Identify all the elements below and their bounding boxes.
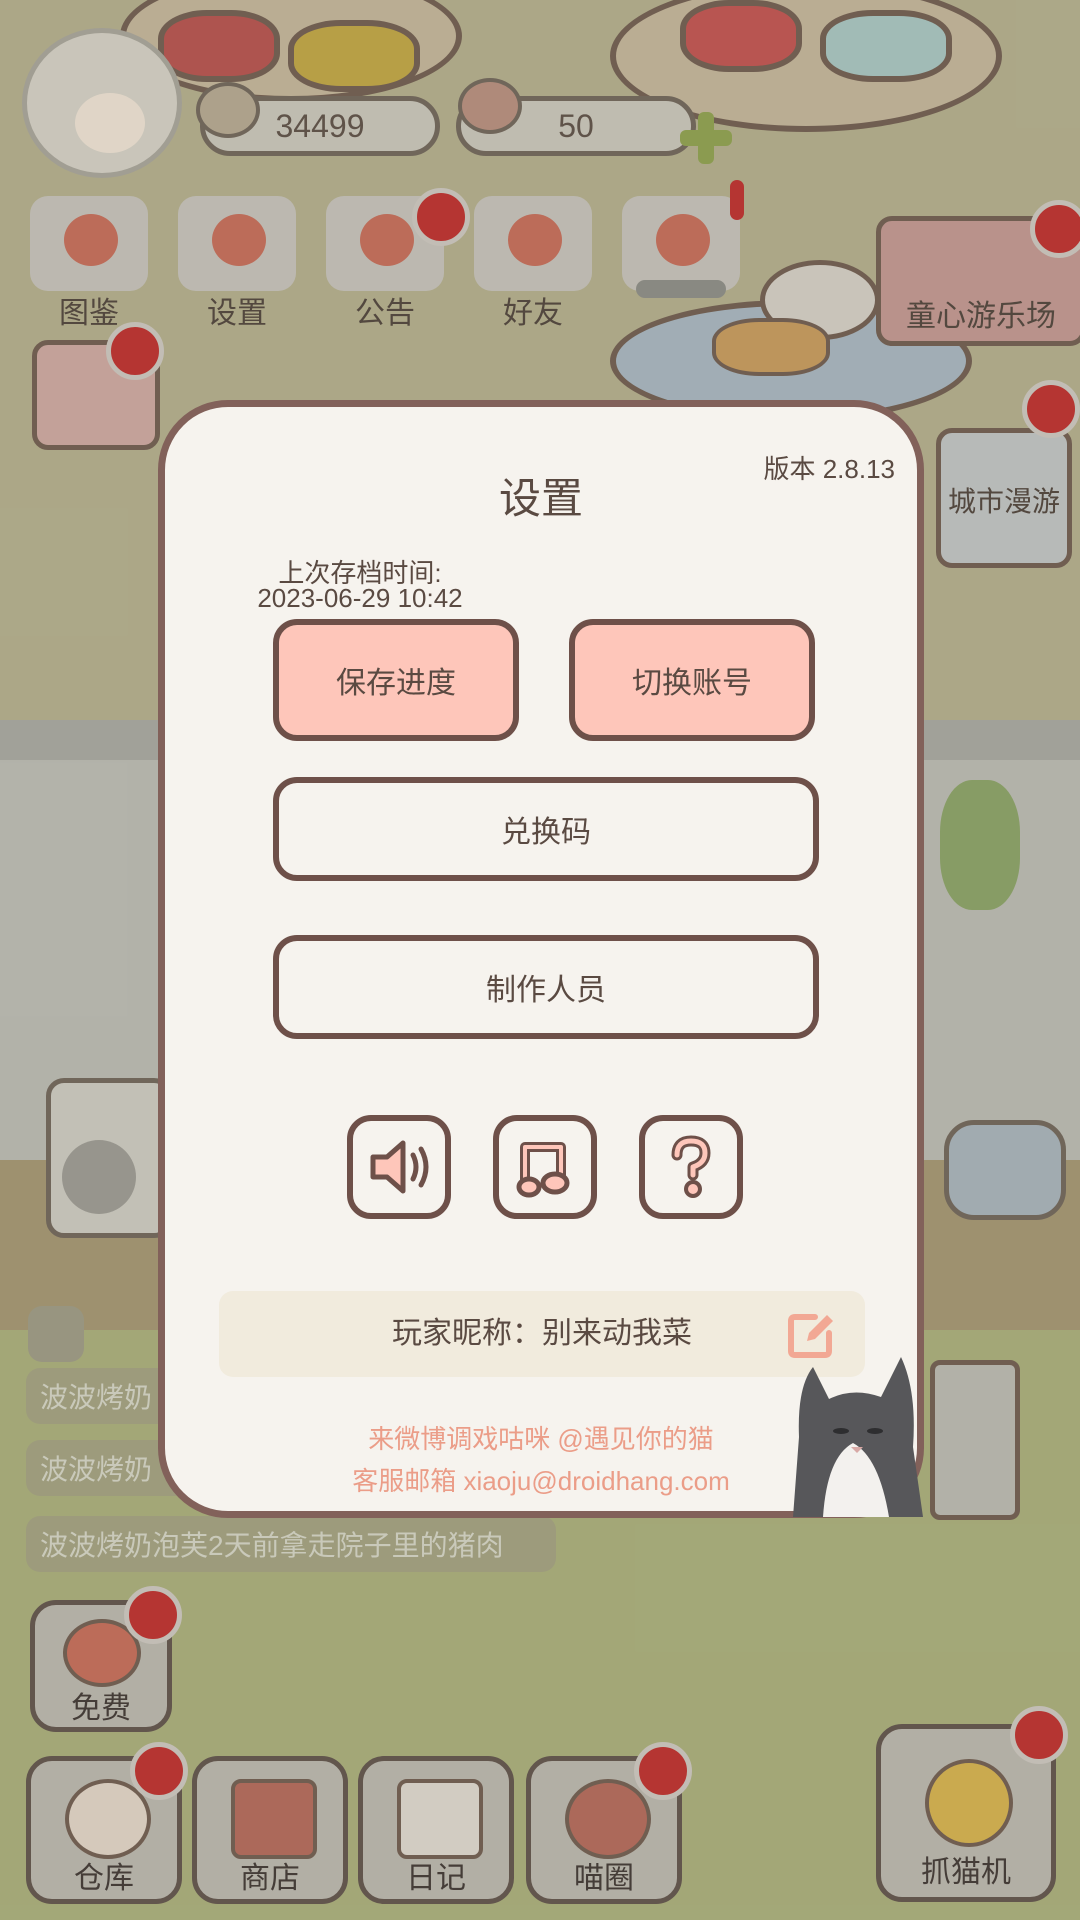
music-toggle-button[interactable]	[493, 1115, 597, 1219]
save-progress-label: 保存进度	[336, 667, 456, 700]
music-note-icon	[516, 1142, 570, 1198]
switch-account-label: 切换账号	[632, 667, 752, 700]
help-question-icon	[671, 1135, 711, 1198]
settings-dialog: 设置 版本 2.8.13 上次存档时间: 2023-06-29 10:42 保存…	[158, 400, 924, 1518]
redeem-code-button[interactable]: 兑换码	[273, 777, 819, 881]
save-progress-button[interactable]: 保存进度	[273, 619, 519, 741]
version-label: 版本 2.8.13	[763, 454, 895, 484]
nickname-bar[interactable]: 玩家昵称：别来动我菜	[219, 1291, 865, 1377]
credits-button[interactable]: 制作人员	[273, 935, 819, 1039]
sound-icon	[370, 1140, 429, 1194]
nickname-text: 玩家昵称：别来动我菜	[392, 1317, 692, 1350]
sound-toggle-button[interactable]	[347, 1115, 451, 1219]
redeem-code-label: 兑换码	[501, 816, 591, 849]
last-save-time: 2023-06-29 10:42	[257, 583, 463, 613]
switch-account-button[interactable]: 切换账号	[569, 619, 815, 741]
cat-photo	[793, 1357, 923, 1517]
help-button[interactable]	[639, 1115, 743, 1219]
game-screen: 34499 50 图鉴 设置 公告 好友 童心游乐场 城市漫游 波波烤奶 波波烤…	[0, 0, 1080, 1920]
credits-label: 制作人员	[486, 974, 606, 1007]
